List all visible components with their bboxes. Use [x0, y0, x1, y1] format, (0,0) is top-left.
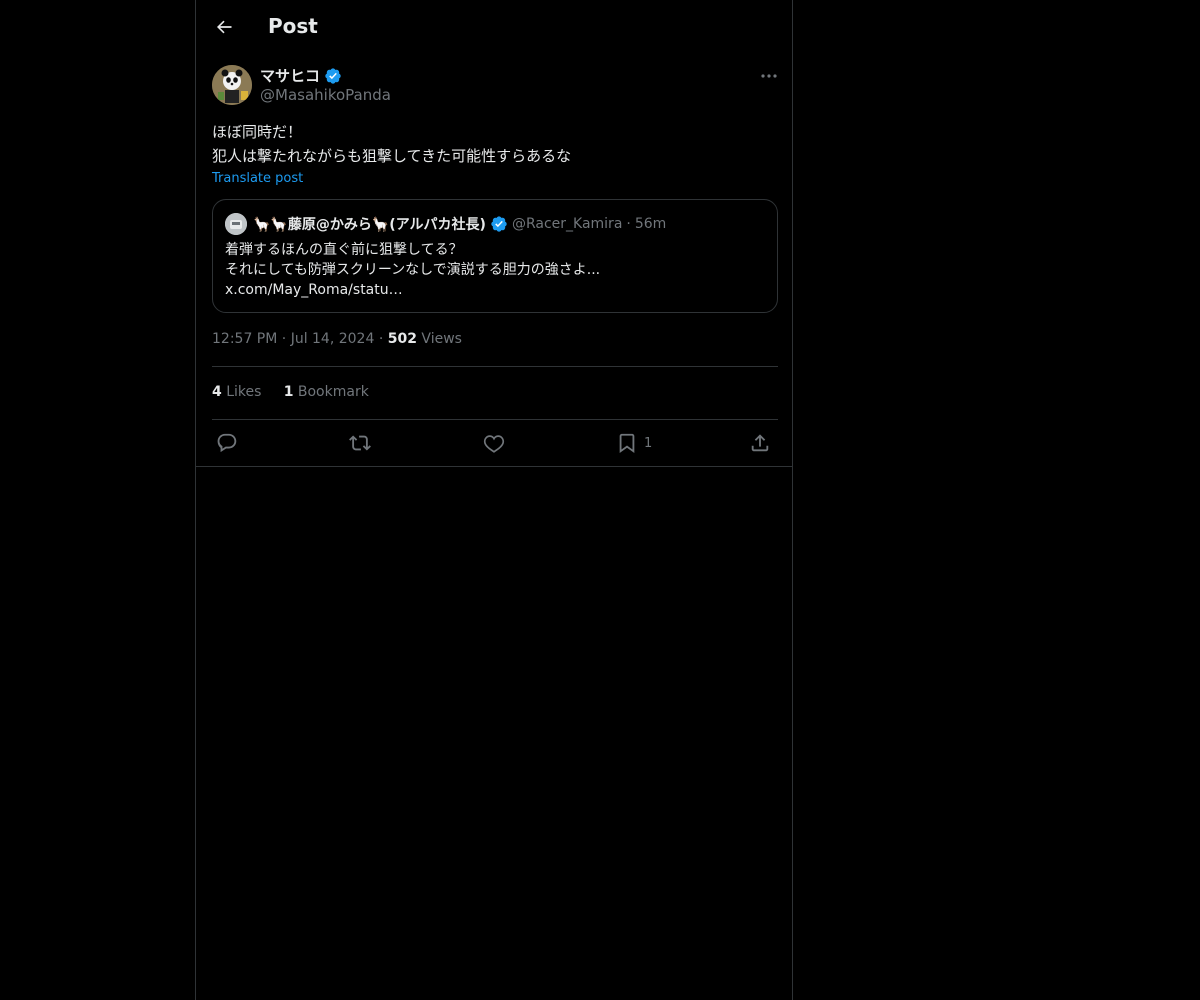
verified-badge-icon [491, 216, 507, 232]
likes-label: Likes [226, 384, 262, 400]
share-button[interactable] [749, 430, 771, 456]
quoted-avatar-icon [225, 213, 247, 235]
more-options-button[interactable] [754, 66, 784, 86]
quoted-author-handle[interactable]: @Racer_Kamira [512, 216, 622, 232]
share-icon [751, 434, 769, 452]
post-text: ほぼ同時だ！ 犯人は撃たれながらも狙撃してきた可能性すらあるな [212, 120, 772, 168]
repost-button[interactable] [349, 430, 371, 456]
page-title: Post [268, 14, 318, 38]
more-dots-icon [761, 74, 777, 78]
bookmarks-stat[interactable]: 1 Bookmark [284, 384, 369, 400]
post-meta: 12:57 PM · Jul 14, 2024 · 502 Views [212, 331, 462, 347]
post-date[interactable]: Jul 14, 2024 [291, 331, 375, 347]
repost-icon [349, 435, 371, 451]
back-button[interactable] [210, 13, 238, 41]
quoted-text-line: 着弾するほんの直ぐ前に狙撃してる？ [225, 242, 463, 258]
quoted-text: 着弾するほんの直ぐ前に狙撃してる？ それにしても防弾スクリーンなしで演説する胆力… [225, 240, 765, 300]
avatar[interactable] [212, 65, 252, 105]
separator-dot: · [281, 331, 287, 347]
quoted-post[interactable]: 🦙🦙藤原@かみら🦙(アルパカ社長) @Racer_Kamira · 56m 着弾… [212, 199, 778, 313]
header: Post [196, 0, 794, 54]
views-count: 502 [387, 331, 417, 347]
verified-badge-icon [325, 67, 341, 84]
panda-avatar-icon [212, 65, 252, 105]
quoted-author-name[interactable]: 🦙🦙藤原@かみら🦙(アルパカ社長) [253, 214, 486, 234]
divider [212, 419, 778, 420]
translate-post-link[interactable]: Translate post [212, 171, 303, 186]
separator-dot: · [378, 331, 384, 347]
post-time[interactable]: 12:57 PM [212, 331, 277, 347]
quoted-timestamp[interactable]: 56m [635, 216, 666, 232]
reply-icon [217, 433, 237, 453]
bookmark-count: 1 [644, 435, 653, 451]
author-name-row[interactable]: マサヒコ [260, 65, 342, 86]
post-text-line: ほぼ同時だ！ [212, 123, 303, 141]
like-button[interactable] [483, 430, 505, 456]
likes-stat[interactable]: 4 Likes [212, 384, 261, 400]
bookmark-button[interactable]: 1 [616, 430, 652, 456]
heart-icon [483, 435, 505, 453]
quoted-avatar[interactable] [225, 213, 247, 235]
divider [212, 366, 778, 367]
post-stats: 4 Likes 1 Bookmark [212, 384, 369, 400]
author-name[interactable]: マサヒコ [260, 65, 320, 86]
bookmark-icon [619, 433, 635, 454]
author-handle[interactable]: @MasahikoPanda [260, 86, 391, 104]
quoted-link[interactable]: x.com/May_Roma/statu… [225, 280, 765, 300]
quoted-text-line: それにしても防弾スクリーンなしで演説する胆力の強さよ... [225, 262, 601, 278]
bookmarks-count: 1 [283, 384, 294, 400]
action-bar: 1 [212, 430, 778, 456]
reply-button[interactable] [216, 430, 238, 456]
separator-dot: · [626, 216, 631, 232]
likes-count: 4 [212, 384, 222, 400]
divider [196, 466, 792, 467]
arrow-left-icon [217, 20, 232, 34]
quoted-header: 🦙🦙藤原@かみら🦙(アルパカ社長) @Racer_Kamira · 56m [253, 214, 666, 234]
post-column: Post マサヒコ @MasahikoPanda ほぼ同時だ！ 犯人は撃たれなが… [195, 0, 793, 1000]
post-text-line: 犯人は撃たれながらも狙撃してきた可能性すらあるな [212, 147, 572, 165]
views-label: Views [421, 331, 462, 347]
bookmarks-label: Bookmark [297, 384, 369, 400]
